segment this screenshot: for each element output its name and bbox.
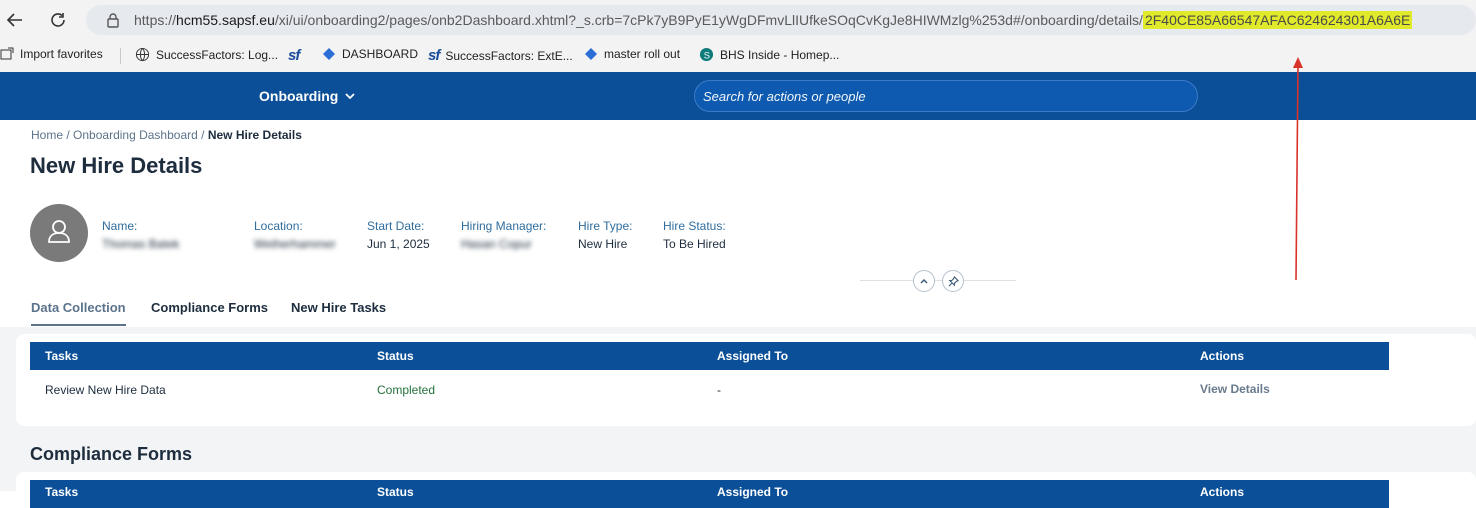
annotation-arrow xyxy=(1293,57,1303,281)
